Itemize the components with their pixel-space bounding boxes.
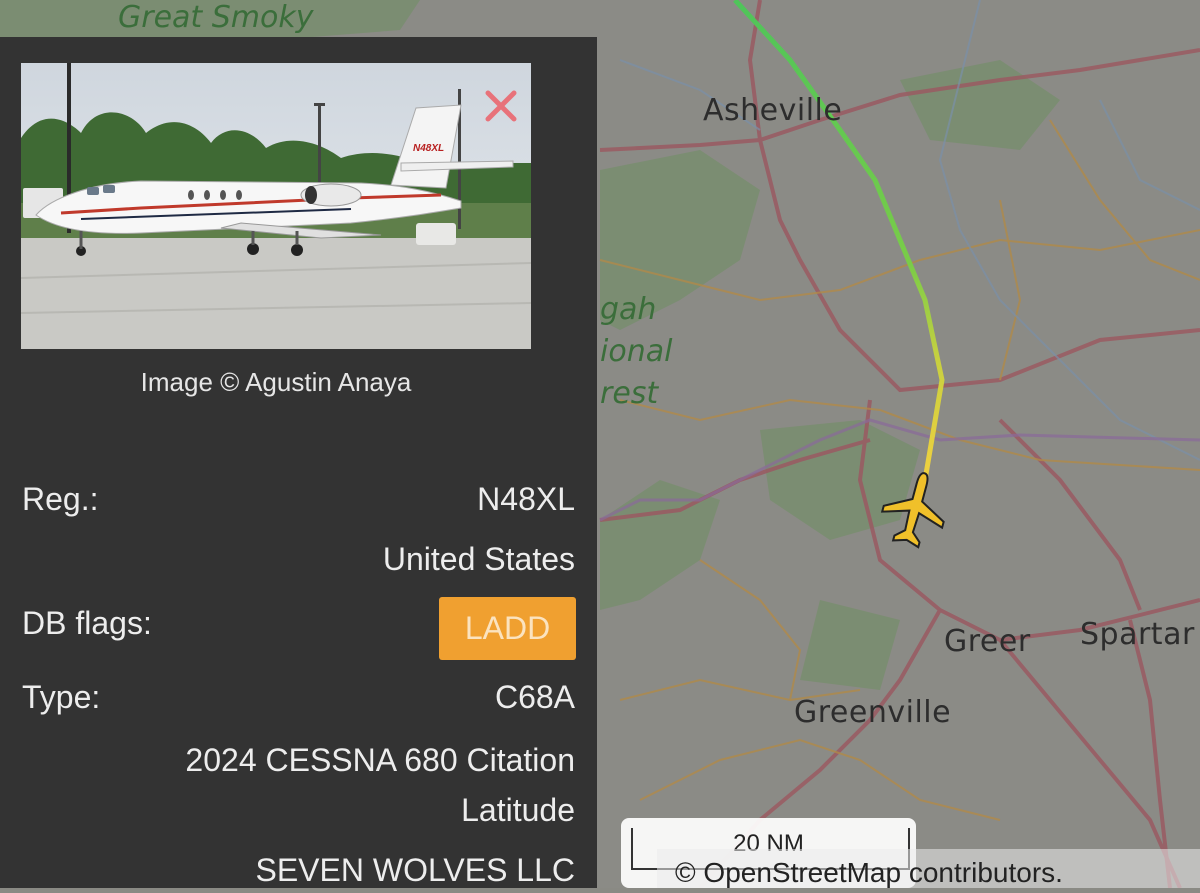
park-label-smoky: Great Smoky (118, 0, 314, 35)
place-spartanburg: Spartar (1080, 617, 1195, 652)
ladd-flag-badge: LADD (439, 597, 576, 660)
plane-icon[interactable] (880, 468, 950, 550)
type-label: Type: (22, 679, 101, 715)
owner-value: SEVEN WOLVES LLC (255, 852, 575, 888)
type-value: C68A (494, 679, 575, 715)
map-attribution[interactable]: © OpenStreetMap contributors. (657, 849, 1200, 888)
db-flags-label: DB flags: (22, 605, 152, 641)
reg-value: N48XL (477, 481, 575, 517)
park-label-fragment-2: ional (600, 334, 673, 369)
photo-credit: Image © Agustin Anaya (140, 367, 412, 397)
place-asheville: Asheville (703, 93, 843, 128)
reg-label: Reg.: (22, 481, 99, 517)
place-greer: Greer (944, 624, 1031, 659)
close-icon[interactable] (484, 89, 518, 123)
aircraft-description-line-1: 2024 CESSNA 680 Citation (185, 742, 575, 778)
country-value: United States (382, 541, 575, 577)
place-greenville: Greenville (794, 695, 952, 730)
aircraft-photo-tail-text: N48XL (413, 143, 444, 154)
aircraft-info-panel: N48XL Image © Agustin Anaya Reg.: N48XL … (0, 37, 597, 888)
park-label-fragment-1: gah (600, 292, 657, 327)
park-label-fragment-3: rest (600, 376, 659, 411)
aircraft-photo: N48XL (21, 63, 531, 349)
aircraft-photo-image: N48XL (21, 63, 531, 349)
aircraft-description-line-2: Latitude (461, 792, 575, 828)
